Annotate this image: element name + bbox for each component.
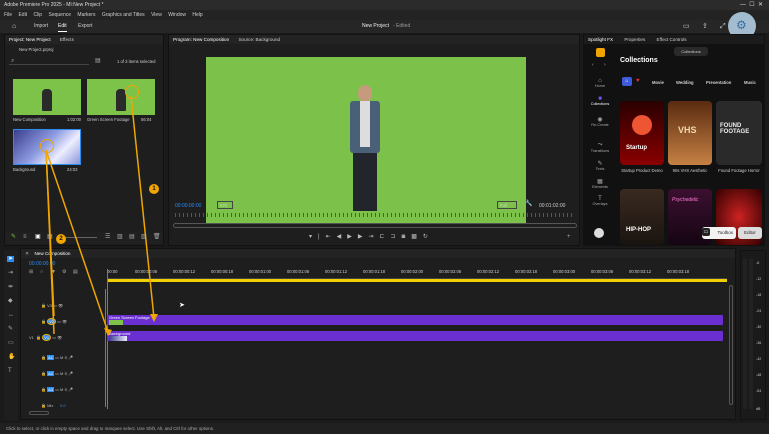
annotation-arrows	[45, 95, 158, 336]
arrow-2-head-a	[104, 328, 112, 336]
arrow-2-line-a	[45, 149, 109, 333]
arrow-2-line-c	[45, 149, 55, 335]
status-bar: Click to select, or click in empty space…	[0, 423, 769, 434]
status-text: Click to select, or click in empty space…	[6, 426, 215, 431]
arrow-1-line	[130, 95, 155, 319]
arrow-1-head	[150, 314, 158, 322]
callout-2: 2	[56, 234, 66, 244]
callout-1: 1	[149, 184, 159, 194]
